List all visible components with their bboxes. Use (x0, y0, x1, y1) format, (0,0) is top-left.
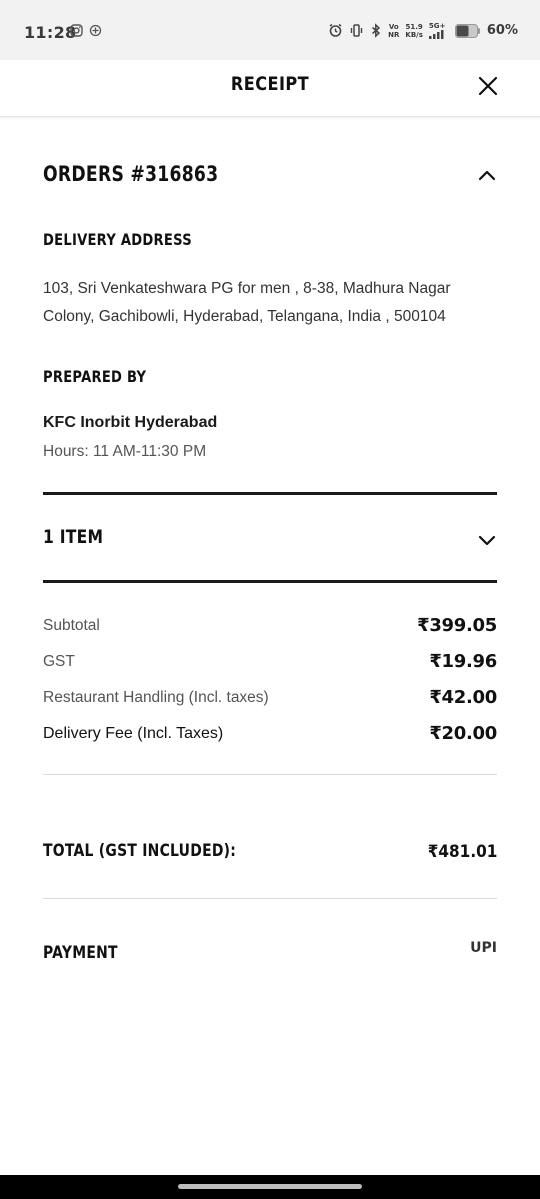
page-title: RECEIPT (230, 73, 310, 95)
chevron-up-icon[interactable] (477, 166, 497, 186)
items-accordion-header[interactable]: 1 ITEM (43, 526, 497, 556)
system-navigation-bar (0, 1175, 540, 1199)
section-divider (43, 492, 497, 495)
delivery-address: 103, Sri Venkateshwara PG for men , 8-38… (43, 280, 451, 325)
status-time: 11:28 (24, 23, 77, 42)
instagram-icon (70, 24, 83, 37)
fee-label: Delivery Fee (Incl. Taxes) (43, 725, 224, 742)
total-row: TOTAL (GST INCLUDED): ₹481.01 (43, 841, 497, 867)
receipt-header: RECEIPT (0, 60, 540, 117)
network-type: 5G+ (428, 22, 449, 39)
fee-row-restaurant-handling: Restaurant Handling (Incl. taxes) ₹42.00 (43, 687, 497, 711)
fee-value: ₹20.00 (429, 723, 497, 744)
fee-label: Restaurant Handling (Incl. taxes) (43, 689, 269, 706)
order-accordion-header[interactable]: ORDERS #316863 (43, 162, 497, 192)
fee-label: Subtotal (43, 617, 100, 634)
payment-row: PAYMENT UPI (43, 940, 497, 969)
section-divider (43, 580, 497, 583)
status-bar: 11:28 Vo NR 51.9 KB/s 5G+ 60% (0, 0, 540, 60)
total-label: TOTAL (GST INCLUDED): (43, 841, 237, 861)
fee-value: ₹42.00 (429, 687, 497, 708)
home-gesture-handle[interactable] (178, 1184, 362, 1189)
fee-row-subtotal: Subtotal ₹399.05 (43, 615, 497, 639)
signal-icon (428, 30, 444, 39)
fee-label: GST (43, 653, 75, 670)
payment-method: UPI (470, 940, 497, 956)
divider (43, 898, 497, 899)
fee-row-delivery-fee: Delivery Fee (Incl. Taxes) ₹20.00 (43, 723, 497, 747)
status-system-icons: Vo NR 51.9 KB/s 5G+ 60% (328, 22, 518, 39)
volte-indicator: Vo NR (388, 22, 400, 39)
fee-value: ₹399.05 (417, 615, 497, 636)
chevron-down-icon[interactable] (477, 530, 497, 550)
prepared-by-label: PREPARED BY (43, 367, 147, 386)
total-value: ₹481.01 (427, 842, 497, 862)
delivery-address-label: DELIVERY ADDRESS (43, 230, 192, 249)
close-icon[interactable] (474, 72, 502, 100)
items-title: 1 ITEM (43, 526, 104, 548)
restaurant-hours: Hours: 11 AM-11:30 PM (43, 443, 207, 460)
app-notification-icon (89, 24, 102, 37)
alarm-icon (329, 23, 342, 37)
payment-label: PAYMENT (43, 943, 118, 963)
fee-row-gst: GST ₹19.96 (43, 651, 497, 675)
battery-percent: 60% (486, 23, 518, 38)
restaurant-name: KFC Inorbit Hyderabad (43, 414, 218, 431)
vibrate-icon (350, 24, 363, 37)
battery-icon (454, 23, 480, 38)
network-speed: 51.9 KB/s (405, 22, 423, 39)
status-notification-icons (70, 24, 102, 37)
fee-value: ₹19.96 (429, 651, 497, 672)
bluetooth-icon (372, 23, 381, 38)
close-button[interactable] (474, 72, 502, 100)
divider (43, 774, 497, 775)
order-title: ORDERS #316863 (43, 162, 219, 186)
